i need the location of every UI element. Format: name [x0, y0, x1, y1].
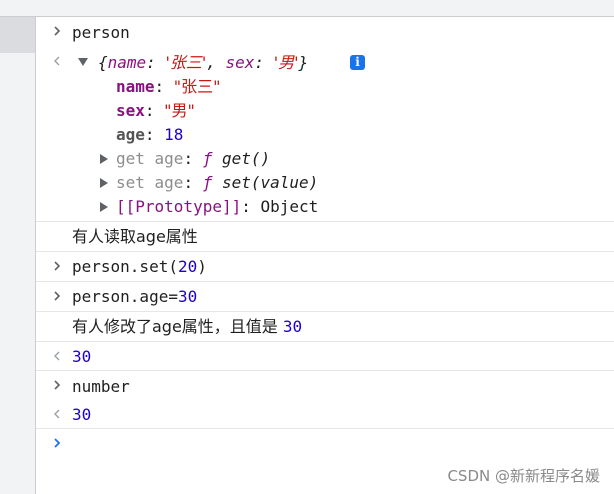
active-prompt-icon [52, 438, 66, 452]
command-text: person.age=30 [72, 287, 198, 306]
console-entry-set: person.set(20) [36, 252, 614, 282]
watermark: CSDN @新新程序名媛 [447, 467, 600, 485]
console-panel: person {name: '张三', sex: '男'} i name: "张… [36, 17, 614, 494]
console-input-line[interactable] [36, 429, 614, 459]
property-prototype[interactable]: [[Prototype]]: Object [116, 196, 318, 218]
result-value: 30 [72, 405, 92, 424]
console-log-modify: 有人修改了age属性，且值是 30 [36, 312, 614, 342]
object-preview[interactable]: {name: '张三', sex: '男'} [98, 52, 308, 74]
command-text: number [72, 377, 130, 396]
console-entry-assign: person.age=30 [36, 282, 614, 312]
property-age: age: 18 [116, 125, 184, 144]
console-sidebar [0, 17, 36, 494]
property-setter[interactable]: set age: ƒ set(value) [116, 172, 318, 194]
input-prompt-icon [52, 26, 66, 40]
console-entry-number: number 30 [36, 371, 614, 429]
input-prompt-icon [52, 291, 66, 305]
output-result-icon [52, 56, 66, 70]
input-prompt-icon [52, 261, 66, 275]
devtools-top-bar [0, 0, 614, 17]
sidebar-selected-item[interactable] [0, 17, 35, 53]
result-value: 30 [72, 347, 92, 366]
console-log-read: 有人读取age属性 [36, 222, 614, 252]
expand-right-icon[interactable] [100, 154, 108, 164]
command-text: person [72, 23, 130, 42]
expand-right-icon[interactable] [100, 202, 108, 212]
property-name: name: "张三" [116, 77, 221, 96]
input-prompt-icon [52, 380, 66, 394]
log-message: 有人修改了age属性，且值是 30 [72, 317, 303, 336]
property-getter[interactable]: get age: ƒ get() [116, 148, 270, 170]
info-icon[interactable]: i [350, 55, 365, 70]
console-result-assign: 30 [36, 342, 614, 371]
command-text: person.set(20) [72, 257, 207, 276]
output-result-icon [52, 409, 66, 423]
expand-down-icon[interactable] [78, 58, 88, 66]
console-entry-person: person {name: '张三', sex: '男'} i name: "张… [36, 17, 614, 222]
property-sex: sex: "男" [116, 101, 195, 120]
output-result-icon [52, 351, 66, 365]
log-message: 有人读取age属性 [72, 227, 198, 246]
expand-right-icon[interactable] [100, 178, 108, 188]
